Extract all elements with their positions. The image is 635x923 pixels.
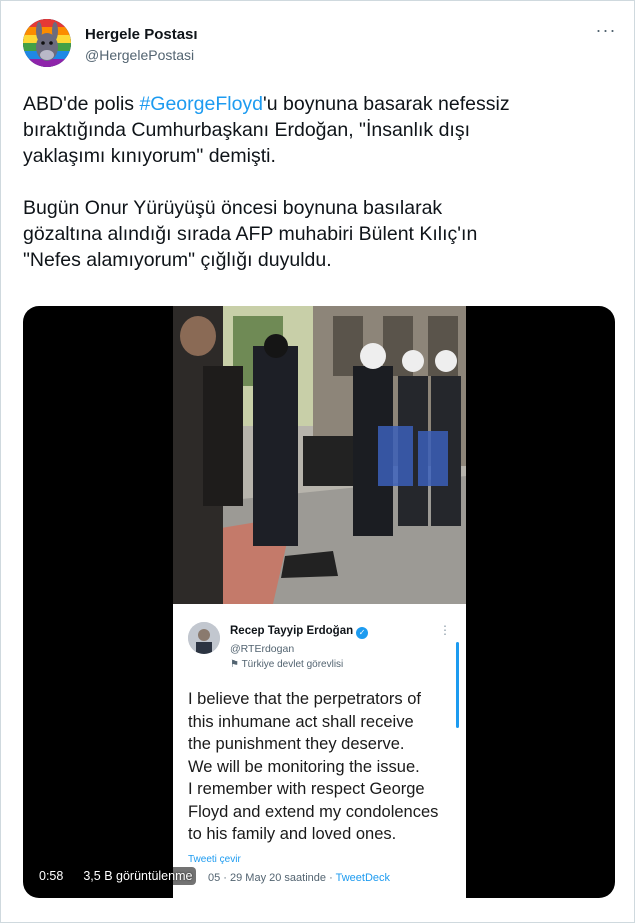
embedded-more-icon: ⋮ <box>439 623 451 637</box>
embedded-source: TweetDeck <box>335 872 391 884</box>
author-display-name[interactable]: Hergele Postası <box>85 25 198 45</box>
tweet-text: ABD'de polis #GeorgeFloyd'u boynuna basa… <box>23 91 623 273</box>
embedded-tweet-card: Recep Tayyip Erdoğan ✓ @RTErdogan ⚑ Türki… <box>178 610 463 892</box>
embedded-author-name: Recep Tayyip Erdoğan ✓ <box>230 625 369 639</box>
person-avatar-icon <box>188 622 220 654</box>
video-player[interactable]: Recep Tayyip Erdoğan ✓ @RTErdogan ⚑ Türki… <box>23 306 615 898</box>
author-names: Hergele Postası @HergelePostasi <box>85 25 198 65</box>
author-avatar[interactable] <box>23 19 71 67</box>
video-time: 0:58 <box>35 867 68 885</box>
verified-badge-icon: ✓ <box>356 627 369 639</box>
tweet-paragraph-2: Bugün Onur Yürüyüşü öncesi boynuna basıl… <box>23 197 478 271</box>
video-overlay-controls: 0:58 3,5 B görüntülenme <box>35 866 197 886</box>
embedded-author-avatar <box>188 622 220 654</box>
embedded-tweet-screenshot: Recep Tayyip Erdoğan ✓ @RTErdogan ⚑ Türki… <box>173 604 466 898</box>
embedded-timestamp: 05 · 29 May 20 saatinde · <box>208 872 336 884</box>
tweet-header: Hergele Postası @HergelePostasi ··· <box>23 19 620 71</box>
tweet-card: Hergele Postası @HergelePostasi ··· ABD'… <box>0 0 635 923</box>
embedded-author-handle: @RTErdogan <box>230 643 295 655</box>
more-dots-icon[interactable]: ··· <box>592 21 620 43</box>
text-prefix: ABD'de polis <box>23 93 140 115</box>
flag-icon: ⚑ <box>230 659 242 670</box>
embedded-tweet-footer: 05 · 29 May 20 saatinde · TweetDeck <box>208 872 390 884</box>
embedded-translate-link: Tweeti çevir <box>188 854 241 865</box>
embedded-government-label: ⚑ Türkiye devlet görevlisi <box>230 659 343 670</box>
author-handle[interactable]: @HergelePostasi <box>85 45 198 65</box>
tweet-paragraph-1: ABD'de polis #GeorgeFloyd'u boynuna basa… <box>23 91 623 169</box>
embedded-tweet-text: I believe that the perpetrators of this … <box>188 690 439 843</box>
government-label-text: Türkiye devlet görevlisi <box>241 659 344 670</box>
donkey-rainbow-avatar-icon <box>23 19 71 67</box>
video-scene-image <box>173 306 466 604</box>
embedded-name-text: Recep Tayyip Erdoğan <box>230 625 354 637</box>
video-view-count: 3,5 B görüntülenme <box>79 867 197 885</box>
hashtag-link[interactable]: #GeorgeFloyd <box>139 93 263 115</box>
video-frame: Recep Tayyip Erdoğan ✓ @RTErdogan ⚑ Türki… <box>173 306 466 898</box>
